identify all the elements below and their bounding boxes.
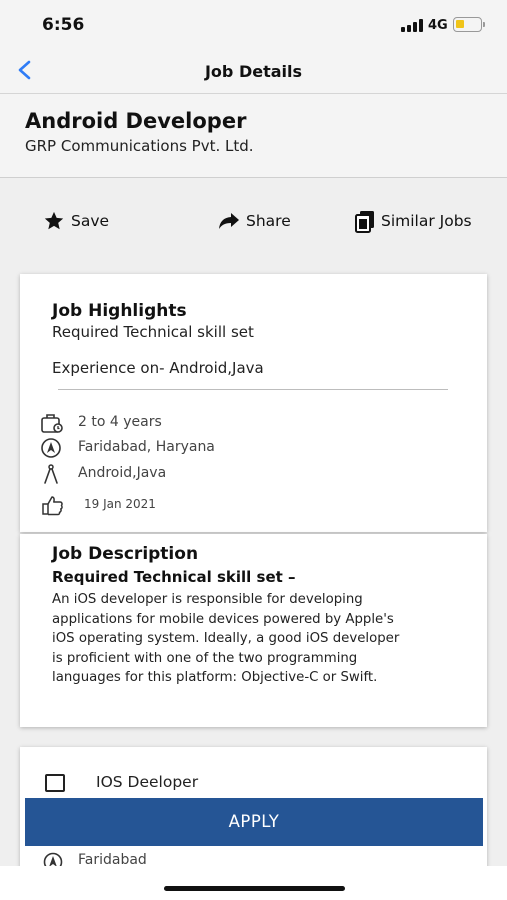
signal-icon [401, 19, 423, 32]
divider [58, 389, 448, 390]
posted-date-row: 19 Jan 2021 [40, 494, 156, 516]
experience-line: Experience on- Android,Java [52, 359, 264, 377]
job-title: Android Developer [25, 109, 247, 133]
related-job-title: IOS Deeloper [96, 773, 199, 791]
battery-tip [483, 22, 485, 27]
share-label: Share [246, 212, 291, 230]
highlights-subtitle: Required Technical skill set [52, 323, 254, 341]
job-header: Android Developer GRP Communications Pvt… [0, 94, 507, 178]
description-body: An iOS developer is responsible for deve… [52, 590, 452, 688]
location-text: Faridabad, Haryana [78, 439, 215, 455]
job-description-card: Job Description Required Technical skill… [20, 534, 487, 727]
star-icon [44, 211, 64, 230]
description-line: applications for mobile devices powered … [52, 611, 394, 627]
similar-jobs-button[interactable]: Similar Jobs [354, 209, 472, 233]
experience-row: 2 to 4 years [40, 412, 162, 434]
share-button[interactable]: Share [217, 209, 291, 233]
posted-date-text: 19 Jan 2021 [84, 497, 156, 511]
description-title: Job Description [52, 544, 199, 564]
highlights-title: Job Highlights [52, 301, 187, 321]
share-arrow-icon [219, 213, 239, 229]
select-checkbox[interactable] [45, 774, 65, 792]
location-icon [41, 438, 61, 458]
skills-row: Android,Java [40, 463, 166, 485]
page-title: Job Details [204, 62, 303, 81]
status-time: 6:56 [42, 15, 85, 35]
job-highlights-card: Job Highlights Required Technical skill … [20, 274, 487, 532]
skills-text: Android,Java [78, 465, 167, 481]
description-line: iOS operating system. Ideally, a good iO… [52, 631, 400, 646]
description-subtitle: Required Technical skill set – [52, 568, 296, 586]
apply-button[interactable]: APPLY [25, 798, 483, 846]
save-button[interactable]: Save [42, 209, 109, 233]
bottom-bar [0, 866, 507, 900]
battery-icon [453, 17, 482, 32]
network-type: 4G [428, 18, 448, 33]
save-label: Save [71, 212, 110, 230]
home-indicator[interactable] [164, 886, 345, 891]
description-line: languages for this platform: Objective-C… [52, 670, 378, 685]
nav-bar: Job Details [0, 48, 507, 94]
experience-text: 2 to 4 years [78, 414, 162, 430]
description-line: is proficient with one of the two progra… [52, 650, 358, 666]
thumbs-up-icon [42, 496, 63, 516]
location-row: Faridabad, Haryana [40, 437, 215, 459]
briefcase-icon [41, 414, 63, 433]
actions-row: Save Share Similar Jobs [0, 179, 507, 259]
similar-jobs-label: Similar Jobs [381, 212, 472, 230]
description-line: An iOS developer is responsible for deve… [52, 592, 363, 607]
status-bar: 6:56 4G [0, 0, 507, 48]
compass-icon [44, 464, 58, 484]
copy-document-icon [355, 211, 374, 233]
company-name: GRP Communications Pvt. Ltd. [25, 137, 254, 155]
